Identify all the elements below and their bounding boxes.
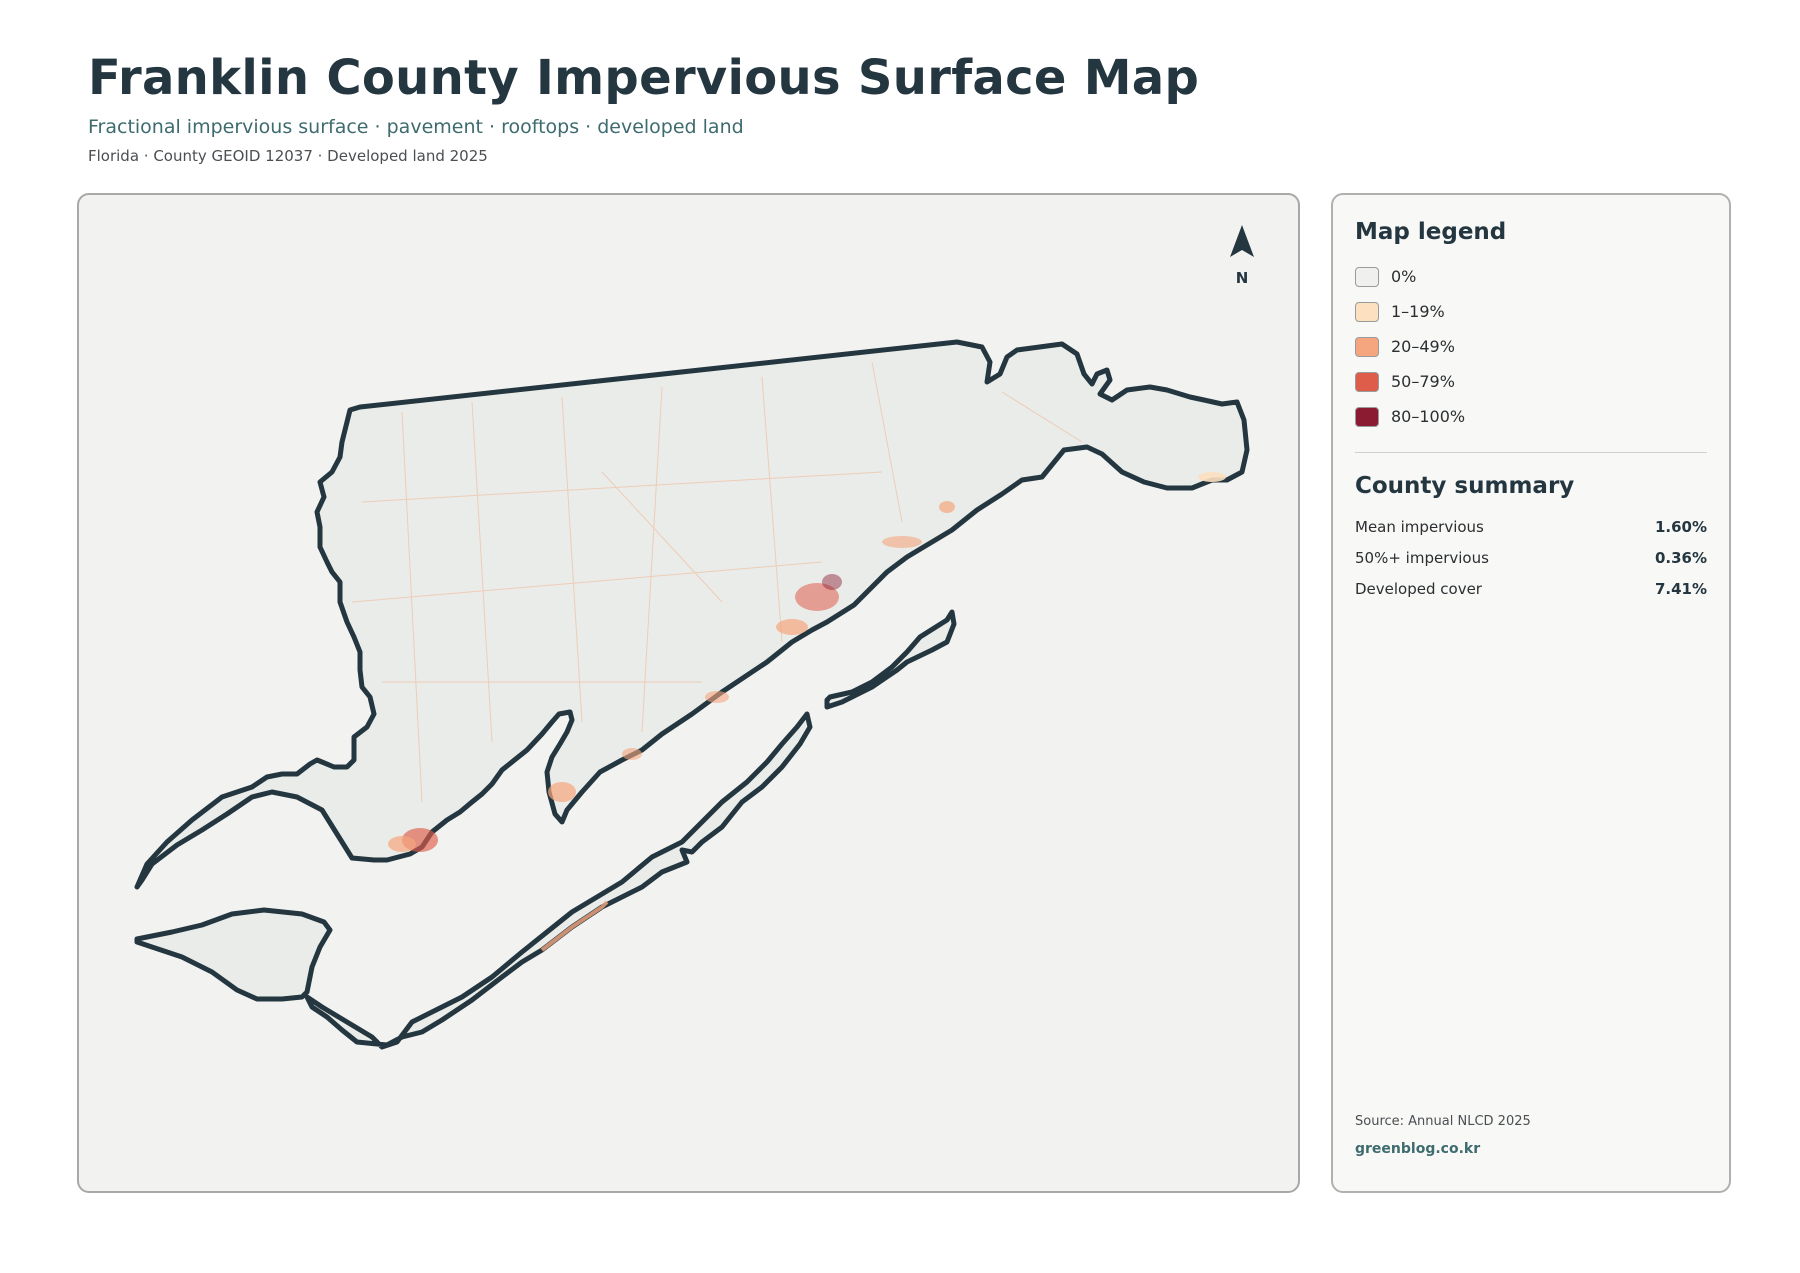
side-panel: Map legend 0% 1–19% 20–49% 50–79% 80–100% Co… [1331,193,1731,1193]
summary-list: Mean impervious 1.60% 50%+ impervious 0.36%… [1355,511,1707,604]
legend-label: 0% [1391,267,1417,286]
legend-list: 0% 1–19% 20–49% 50–79% 80–100% [1355,259,1707,434]
legend-item: 20–49% [1355,329,1707,364]
legend-item: 1–19% [1355,294,1707,329]
north-arrow-icon [1230,225,1254,257]
summary-row: Developed cover 7.41% [1355,573,1707,604]
summary-label: Developed cover [1355,579,1482,598]
north-arrow: N [1222,223,1262,287]
legend-label: 1–19% [1391,302,1445,321]
county-map[interactable] [79,195,1300,1193]
legend-item: 0% [1355,259,1707,294]
summary-row: Mean impervious 1.60% [1355,511,1707,542]
summary-title: County summary [1355,473,1575,499]
page-title: Franklin County Impervious Surface Map [88,50,1200,106]
legend-label: 50–79% [1391,372,1455,391]
site-link[interactable]: greenblog.co.kr [1355,1141,1531,1157]
legend-swatch [1355,336,1379,357]
panel-footer: Source: Annual NLCD 2025 greenblog.co.kr [1355,1114,1531,1157]
page-subtitle: Fractional impervious surface · pavement… [88,116,744,138]
legend-swatch [1355,371,1379,392]
legend-item: 50–79% [1355,364,1707,399]
map-panel[interactable] [77,193,1300,1193]
summary-row: 50%+ impervious 0.36% [1355,542,1707,573]
summary-label: Mean impervious [1355,517,1484,536]
legend-label: 20–49% [1391,337,1455,356]
summary-value: 0.36% [1654,548,1707,567]
legend-label: 80–100% [1391,407,1466,426]
legend-swatch [1355,406,1379,427]
st-vincent-island-shape [134,907,333,1002]
mainland-shape [134,339,1250,890]
legend-item: 80–100% [1355,399,1707,434]
source-note: Source: Annual NLCD 2025 [1355,1114,1531,1129]
legend-swatch [1355,266,1379,287]
divider [1355,452,1707,453]
dog-island-shape [824,609,957,710]
legend-title: Map legend [1355,219,1507,245]
summary-value: 1.60% [1654,517,1707,536]
summary-value: 7.41% [1654,579,1707,598]
header: Franklin County Impervious Surface Map F… [88,48,1199,166]
legend-swatch [1355,301,1379,322]
north-label: N [1235,269,1249,287]
summary-label: 50%+ impervious [1355,548,1489,567]
page-meta: Florida · County GEOID 12037 · Developed… [88,147,488,165]
